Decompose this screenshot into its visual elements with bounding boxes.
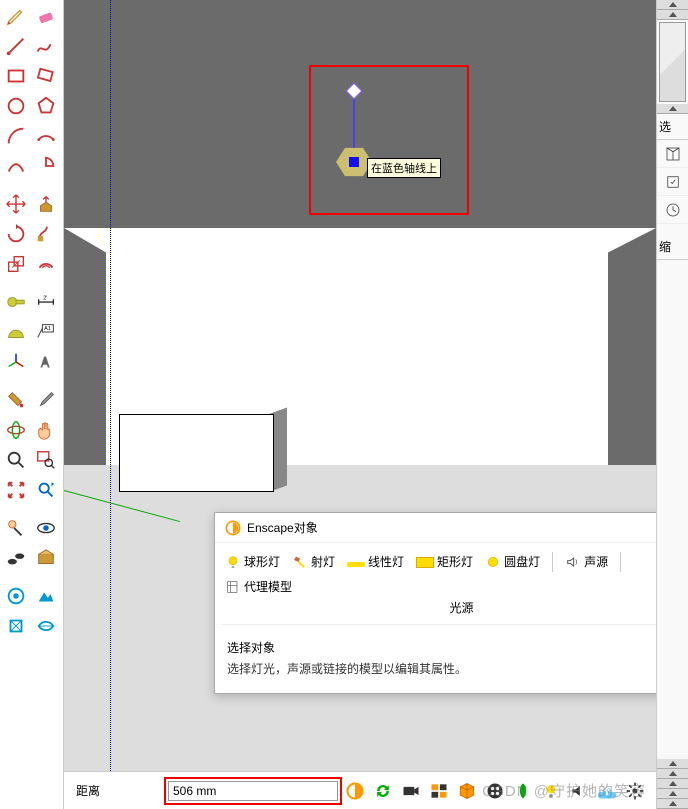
- line-tool-icon[interactable]: [2, 32, 30, 60]
- enscape-asset-icon[interactable]: [510, 778, 536, 804]
- tape-tool-icon[interactable]: [2, 288, 30, 316]
- tray-collapse-handle-5[interactable]: [657, 769, 688, 779]
- vcb-label: 距离: [68, 782, 164, 799]
- rotate-tool-icon[interactable]: [2, 220, 30, 248]
- svg-text:2': 2': [43, 295, 47, 301]
- svg-text:A1: A1: [44, 326, 51, 332]
- look-around-tool-icon[interactable]: [32, 514, 60, 542]
- enscape-material-icon[interactable]: [482, 778, 508, 804]
- pencil-tool-icon[interactable]: [2, 2, 30, 30]
- rect-light-button[interactable]: 矩形灯: [412, 551, 477, 572]
- dimension-tool-icon[interactable]: 2': [32, 288, 60, 316]
- arc3-tool-icon[interactable]: [2, 152, 30, 180]
- enscape-sync-icon[interactable]: [370, 778, 396, 804]
- tray-collapse-handle[interactable]: [657, 0, 688, 10]
- zoom-extents-tool-icon[interactable]: [2, 476, 30, 504]
- tray-label-1: 选: [657, 114, 688, 140]
- enscape-light-icon[interactable]: [538, 778, 564, 804]
- enscape-logo-icon: [225, 520, 241, 536]
- orbit-tool-icon[interactable]: [2, 416, 30, 444]
- protractor-tool-icon[interactable]: [2, 318, 30, 346]
- ext-tool-1-icon[interactable]: [2, 582, 30, 610]
- ext-tool-4-icon[interactable]: [32, 612, 60, 640]
- rectangle-tool-icon[interactable]: [2, 62, 30, 90]
- main-area: 在蓝色轴线上 Enscape对象 × 球形灯: [64, 0, 656, 809]
- tray-collapse-handle-6[interactable]: [657, 779, 688, 789]
- annotation-highlight-2: [164, 777, 342, 805]
- eraser-tool-icon[interactable]: [32, 2, 60, 30]
- sphere-light-button[interactable]: 球形灯: [221, 551, 284, 572]
- text-tool-icon[interactable]: A1: [32, 318, 60, 346]
- tray-icon-1[interactable]: [657, 140, 688, 168]
- move-tool-icon[interactable]: [2, 190, 30, 218]
- circle-tool-icon[interactable]: [2, 92, 30, 120]
- tray-collapse-handle-4[interactable]: [657, 759, 688, 769]
- position-camera-tool-icon[interactable]: [2, 514, 30, 542]
- walk-tool-icon[interactable]: [2, 544, 30, 572]
- tray-icon-3[interactable]: [657, 196, 688, 224]
- 3dtext-tool-icon[interactable]: [32, 348, 60, 376]
- enscape-manage-icon[interactable]: [426, 778, 452, 804]
- zoom-window-tool-icon[interactable]: [32, 446, 60, 474]
- right-tray: 选 缩: [656, 0, 688, 809]
- viewport-3d[interactable]: 在蓝色轴线上 Enscape对象 × 球形灯: [64, 0, 656, 809]
- disc-light-button[interactable]: 圆盘灯: [481, 551, 544, 572]
- scale-tool-icon[interactable]: [2, 250, 30, 278]
- sound-source-button[interactable]: 声源: [561, 551, 612, 572]
- enscape-3d-icon[interactable]: [454, 778, 480, 804]
- zoom-prev-tool-icon[interactable]: [32, 476, 60, 504]
- tray-collapse-handle-7[interactable]: [657, 789, 688, 799]
- section-tool-icon[interactable]: [32, 544, 60, 572]
- offset-tool-icon[interactable]: [32, 250, 60, 278]
- pie-tool-icon[interactable]: [32, 152, 60, 180]
- ext-tool-2-icon[interactable]: [32, 582, 60, 610]
- rotated-rect-tool-icon[interactable]: [32, 62, 60, 90]
- enscape-start-icon[interactable]: [342, 778, 368, 804]
- zoom-tool-icon[interactable]: [2, 446, 30, 474]
- tray-label-2: 缩: [657, 234, 688, 260]
- status-bar: 距离 CSDN @守护她的笑容: [64, 771, 656, 809]
- dialog-subheading: 光源: [221, 597, 656, 625]
- tray-collapse-handle-2[interactable]: [657, 10, 688, 20]
- sample-tool-icon[interactable]: [32, 386, 60, 414]
- tray-icon-2[interactable]: [657, 168, 688, 196]
- enscape-objects-dialog: Enscape对象 × 球形灯 射灯: [214, 512, 656, 694]
- tray-collapse-handle-8[interactable]: [657, 799, 688, 809]
- axes-tool-icon[interactable]: [2, 348, 30, 376]
- left-toolbar: 2' A1: [0, 0, 64, 809]
- polygon-tool-icon[interactable]: [32, 92, 60, 120]
- scene-thumbnail[interactable]: [659, 22, 686, 102]
- annotation-highlight: [309, 65, 469, 215]
- enscape-video-icon[interactable]: [398, 778, 424, 804]
- enscape-sound-icon[interactable]: [566, 778, 592, 804]
- freehand-tool-icon[interactable]: [32, 32, 60, 60]
- enscape-upload-icon[interactable]: [594, 778, 620, 804]
- inference-tooltip: 在蓝色轴线上: [367, 158, 441, 178]
- pan-tool-icon[interactable]: [32, 416, 60, 444]
- vcb-input[interactable]: [168, 781, 338, 801]
- dialog-body-desc: 选择灯光，声源或链接的模型以编辑其属性。: [227, 660, 656, 677]
- dialog-title: Enscape对象: [247, 519, 656, 536]
- tray-collapse-handle-3[interactable]: [657, 104, 688, 114]
- dialog-body-heading: 选择对象: [227, 639, 656, 656]
- spot-light-button[interactable]: 射灯: [288, 551, 339, 572]
- line-light-button[interactable]: 线性灯: [343, 551, 408, 572]
- followme-tool-icon[interactable]: [32, 220, 60, 248]
- ext-tool-3-icon[interactable]: [2, 612, 30, 640]
- arc2-tool-icon[interactable]: [32, 122, 60, 150]
- pushpull-tool-icon[interactable]: [32, 190, 60, 218]
- arc-tool-icon[interactable]: [2, 122, 30, 150]
- proxy-model-button[interactable]: 代理模型: [221, 576, 296, 597]
- enscape-settings-icon[interactable]: [622, 778, 648, 804]
- enscape-bottom-toolbar: [342, 778, 652, 804]
- paint-tool-icon[interactable]: [2, 386, 30, 414]
